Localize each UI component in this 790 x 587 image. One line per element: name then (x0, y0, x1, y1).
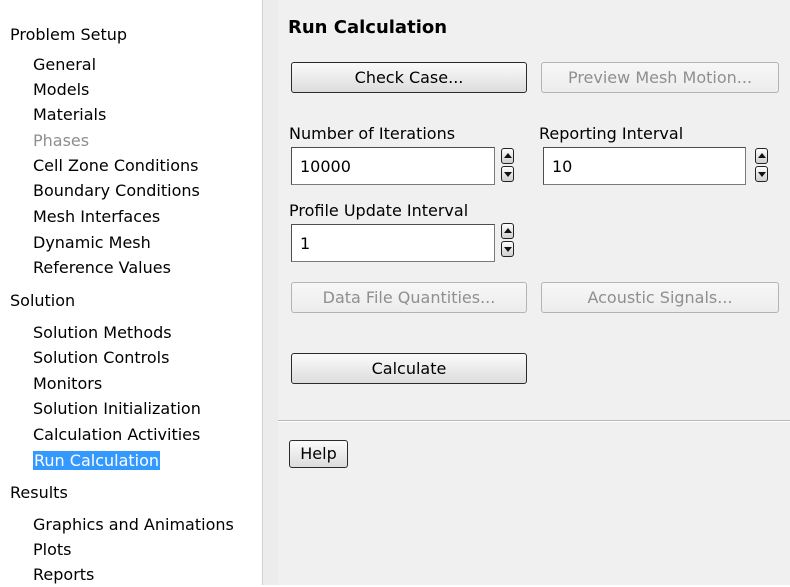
panel-separator (278, 420, 790, 422)
reporting-interval-decrement-button[interactable] (755, 166, 768, 182)
iterations-increment-button[interactable] (501, 148, 514, 164)
pane-splitter[interactable] (262, 0, 278, 585)
profile-update-interval-input[interactable] (291, 224, 495, 262)
tree-section-solution[interactable]: Solution (10, 289, 75, 313)
tree-item-plots[interactable]: Plots (33, 538, 72, 562)
tree-item-monitors[interactable]: Monitors (33, 372, 102, 396)
acoustic-signals-button[interactable]: Acoustic Signals... (541, 282, 779, 313)
tree-item-solution-initialization[interactable]: Solution Initialization (33, 397, 201, 421)
iterations-label: Number of Iterations (289, 124, 456, 143)
tree-item-graphics-and-animations[interactable]: Graphics and Animations (33, 513, 234, 537)
iterations-input[interactable] (291, 147, 495, 185)
reporting-interval-input[interactable] (543, 147, 746, 185)
profile-update-interval-label: Profile Update Interval (289, 201, 469, 220)
tree-item-solution-methods[interactable]: Solution Methods (33, 321, 172, 345)
tree-section-problem-setup[interactable]: Problem Setup (10, 23, 127, 47)
tree-item-materials[interactable]: Materials (33, 103, 106, 127)
tree-item-calculation-activities[interactable]: Calculation Activities (33, 423, 200, 447)
profile-update-interval-spinner (501, 222, 514, 258)
iterations-decrement-button[interactable] (501, 166, 514, 182)
tree-item-general[interactable]: General (33, 53, 96, 77)
tree-section-results[interactable]: Results (10, 481, 68, 505)
reporting-interval-label: Reporting Interval (539, 124, 684, 143)
iterations-spinner (501, 147, 514, 183)
navigation-tree: Problem Setup General Models Materials P… (0, 0, 262, 585)
data-file-quantities-button[interactable]: Data File Quantities... (291, 282, 527, 313)
tree-item-models[interactable]: Models (33, 78, 89, 102)
profile-update-interval-decrement-button[interactable] (501, 241, 514, 257)
help-button[interactable]: Help (289, 440, 348, 468)
tree-item-mesh-interfaces[interactable]: Mesh Interfaces (33, 205, 160, 229)
profile-update-interval-increment-button[interactable] (501, 223, 514, 239)
check-case-button[interactable]: Check Case... (291, 62, 527, 93)
tree-item-run-calculation-label: Run Calculation (33, 451, 161, 470)
tree-item-dynamic-mesh[interactable]: Dynamic Mesh (33, 231, 151, 255)
reporting-interval-spinner (755, 147, 768, 183)
tree-item-reference-values[interactable]: Reference Values (33, 256, 171, 280)
panel-title: Run Calculation (288, 17, 448, 38)
reporting-interval-increment-button[interactable] (755, 148, 768, 164)
tree-item-run-calculation[interactable]: Run Calculation (33, 449, 161, 473)
run-calculation-panel: Run Calculation Check Case... Preview Me… (278, 0, 790, 585)
tree-item-solution-controls[interactable]: Solution Controls (33, 346, 169, 370)
tree-item-boundary-conditions[interactable]: Boundary Conditions (33, 179, 200, 203)
preview-mesh-motion-button[interactable]: Preview Mesh Motion... (541, 62, 779, 93)
tree-item-reports[interactable]: Reports (33, 563, 94, 587)
tree-item-cell-zone-conditions[interactable]: Cell Zone Conditions (33, 154, 199, 178)
calculate-button[interactable]: Calculate (291, 353, 527, 384)
tree-item-phases[interactable]: Phases (33, 129, 89, 153)
